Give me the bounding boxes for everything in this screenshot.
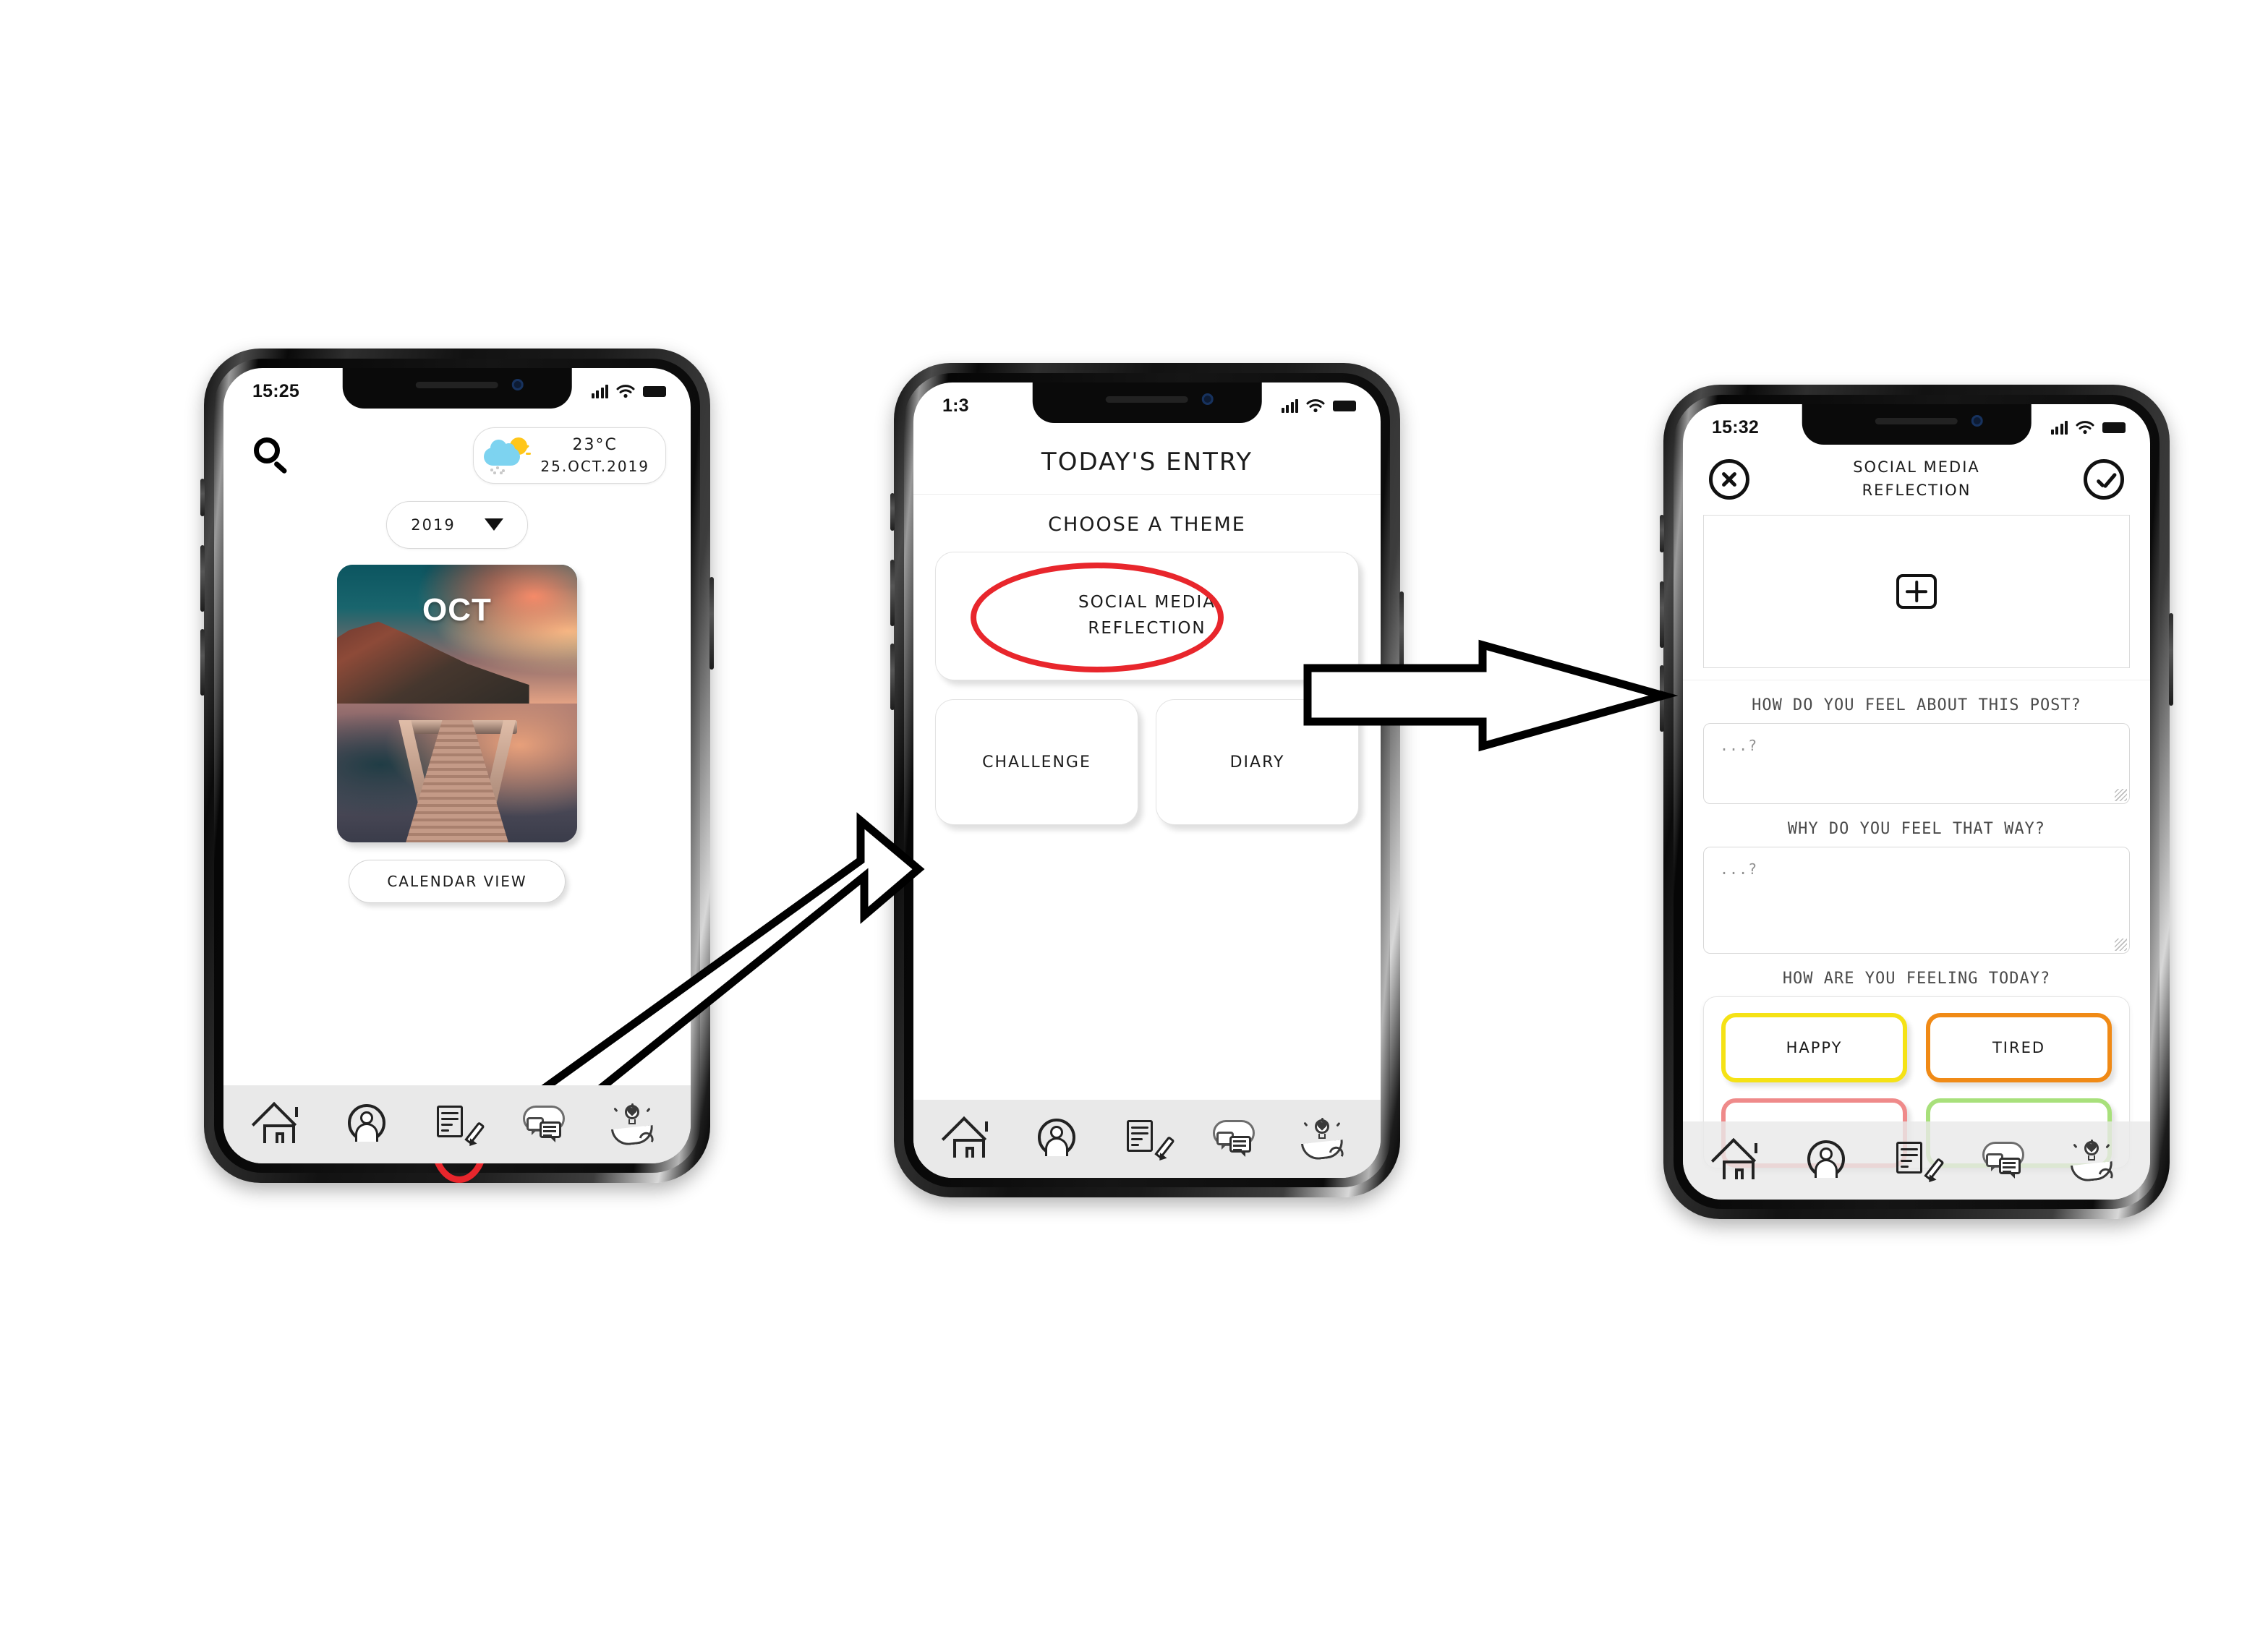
status-time: 1:3 — [942, 395, 969, 416]
calendar-view-label: CALENDAR VIEW — [387, 872, 527, 890]
theme-label-line2: REFLECTION — [1088, 619, 1206, 638]
month-card[interactable]: OCT — [337, 564, 577, 842]
answer-field-2[interactable]: ...? — [1703, 847, 2130, 954]
theme-label-challenge: CHALLENGE — [982, 753, 1091, 772]
sidebar-item-entry[interactable] — [1893, 1139, 1945, 1185]
mood-option-tired[interactable]: TIRED — [1926, 1013, 2112, 1082]
phone-reflection-form: 15:32 SOCIAL MEDIA REFLECTION HOW DO YOU… — [1660, 385, 2173, 1219]
sidebar-item-community[interactable] — [1211, 1117, 1259, 1161]
phone-todays-entry: 1:3 TODAY'S ENTRY CHOOSE A THEME SOCIAL … — [890, 363, 1404, 1197]
weather-temperature: 23°C — [572, 436, 618, 454]
phone-home: 15:25 23°C 25.OCT.2019 2019 OCT CALENDAR… — [200, 349, 714, 1183]
mood-label-tired: TIRED — [1992, 1039, 2046, 1056]
theme-card-diary[interactable]: DIARY — [1156, 699, 1359, 825]
section-subtitle: CHOOSE A THEME — [1048, 513, 1246, 536]
status-bar: 1:3 — [913, 382, 1381, 423]
page-title: TODAY'S ENTRY — [1041, 448, 1253, 476]
year-select[interactable]: 2019 — [386, 500, 528, 549]
sidebar-item-community[interactable] — [521, 1103, 569, 1146]
month-label: OCT — [422, 592, 492, 628]
sidebar-item-support[interactable] — [2069, 1139, 2117, 1183]
chevron-down-icon — [484, 518, 503, 531]
plus-square-icon[interactable] — [1896, 574, 1937, 609]
theme-card-challenge[interactable]: CHALLENGE — [935, 699, 1138, 825]
year-select-value: 2019 — [411, 516, 456, 534]
battery-icon — [643, 385, 666, 397]
sidebar-item-home[interactable] — [1710, 1137, 1764, 1184]
calendar-view-button[interactable]: CALENDAR VIEW — [349, 859, 566, 903]
signal-bars-icon — [1281, 398, 1298, 413]
theme-label-diary: DIARY — [1229, 753, 1285, 772]
bottom-nav — [1683, 1121, 2150, 1200]
bottom-nav — [223, 1085, 691, 1163]
sidebar-item-entry[interactable] — [1123, 1117, 1175, 1163]
answer-placeholder-2: ...? — [1720, 860, 1758, 878]
mockup-canvas: 15:25 23°C 25.OCT.2019 2019 OCT CALENDAR… — [0, 0, 2268, 1637]
sidebar-item-entry[interactable] — [433, 1103, 485, 1149]
sidebar-item-profile[interactable] — [345, 1103, 393, 1146]
resize-grip-icon[interactable] — [2115, 789, 2127, 801]
photo-upload-area[interactable] — [1703, 515, 2130, 668]
question-label-1: HOW DO YOU FEEL ABOUT THIS POST? — [1752, 696, 2081, 714]
close-circle-icon[interactable] — [1709, 458, 1749, 500]
sidebar-item-community[interactable] — [1981, 1139, 2029, 1182]
status-time: 15:32 — [1712, 416, 1759, 437]
wifi-icon — [1306, 399, 1325, 413]
signal-bars-icon — [2050, 420, 2068, 435]
answer-field-1[interactable]: ...? — [1703, 723, 2130, 804]
sidebar-item-profile[interactable] — [1035, 1117, 1083, 1161]
status-time: 15:25 — [252, 380, 299, 401]
signal-bars-icon — [591, 384, 608, 398]
question-label-2: WHY DO YOU FEEL THAT WAY? — [1787, 820, 2046, 838]
sidebar-item-support[interactable] — [610, 1103, 657, 1147]
status-bar: 15:25 — [223, 368, 691, 409]
weather-date: 25.OCT.2019 — [540, 458, 649, 476]
theme-card-social-media-reflection[interactable]: SOCIAL MEDIA REFLECTION — [935, 552, 1359, 680]
theme-label-line1: SOCIAL MEDIA — [1078, 593, 1216, 612]
page-title-line1: SOCIAL MEDIA — [1853, 458, 1980, 476]
sidebar-item-home[interactable] — [941, 1116, 994, 1162]
battery-icon — [1333, 400, 1356, 411]
mood-label-happy: HAPPY — [1786, 1039, 1843, 1056]
sidebar-item-home[interactable] — [251, 1101, 304, 1147]
weather-widget[interactable]: 23°C 25.OCT.2019 — [473, 427, 666, 484]
mood-option-happy[interactable]: HAPPY — [1721, 1013, 1907, 1082]
wifi-icon — [616, 385, 635, 398]
sun-cloud-drizzle-icon — [482, 437, 533, 474]
wifi-icon — [2076, 421, 2094, 435]
check-circle-icon[interactable] — [2084, 458, 2124, 500]
answer-placeholder-1: ...? — [1720, 737, 1758, 754]
battery-icon — [2102, 422, 2126, 433]
page-title-line2: REFLECTION — [1862, 481, 1971, 499]
search-icon[interactable] — [252, 436, 291, 475]
bottom-nav — [913, 1100, 1381, 1178]
resize-grip-icon[interactable] — [2115, 939, 2127, 951]
sidebar-item-profile[interactable] — [1804, 1139, 1852, 1182]
status-bar: 15:32 — [1683, 404, 2150, 445]
mood-section-label: HOW ARE YOU FEELING TODAY? — [1782, 970, 2051, 988]
sidebar-item-support[interactable] — [1300, 1117, 1347, 1161]
